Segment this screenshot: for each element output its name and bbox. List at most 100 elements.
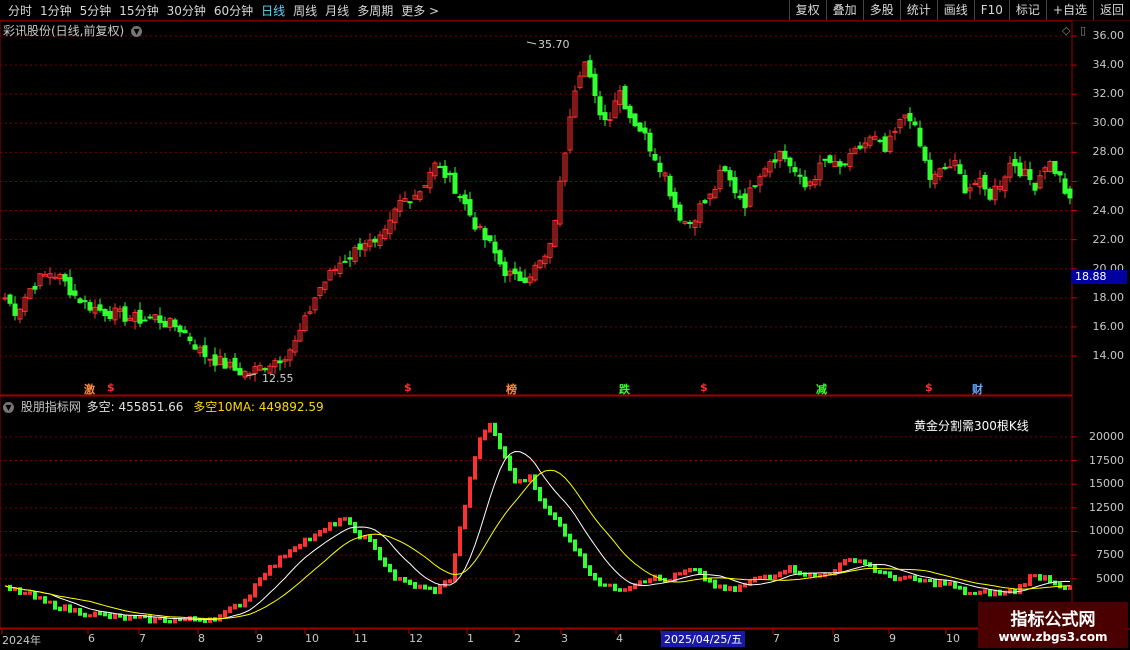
indicator-name[interactable]: 股朋指标网: [21, 400, 81, 414]
indicator-bar: [53, 600, 57, 610]
date-tick-label: 9: [889, 632, 896, 645]
event-marker[interactable]: $: [925, 381, 933, 394]
candle-body: [927, 159, 933, 180]
indicator-bar: [343, 517, 347, 521]
candle-body: [907, 112, 913, 122]
indicator-bar: [913, 575, 917, 582]
window-icon[interactable]: ▯: [1080, 24, 1086, 37]
watermark-logo: 指标公式网 www.zbgs3.com: [978, 602, 1128, 648]
indicator-bar: [338, 517, 342, 527]
candle-body: [597, 96, 603, 116]
indicator-bar: [303, 537, 307, 547]
candle-body: [462, 194, 468, 205]
candle-body: [212, 354, 218, 366]
indicator-bar: [853, 558, 857, 564]
diamond-icon[interactable]: ◇: [1062, 24, 1070, 37]
chart-title[interactable]: 彩讯股份(日线,前复权) ▼: [3, 22, 143, 39]
candle-body: [892, 130, 898, 133]
indicator-tick-label: 12500: [1089, 500, 1124, 514]
indicator-bar: [573, 539, 577, 552]
indicator-tick-label: 17500: [1089, 453, 1124, 467]
indicator-bar: [1033, 574, 1037, 578]
indicator-bar: [953, 581, 957, 589]
candle-body: [347, 257, 353, 260]
date-tick-label: 9: [256, 632, 263, 645]
indicator-bar: [313, 533, 317, 542]
event-marker[interactable]: 减: [816, 381, 827, 397]
candle-body: [652, 154, 658, 161]
indicator-bar: [1023, 583, 1027, 587]
indicator-bar: [883, 570, 887, 575]
candle-body: [447, 172, 453, 176]
chevron-down-icon[interactable]: ▼: [3, 402, 14, 413]
indicator-bar: [398, 576, 402, 581]
event-marker[interactable]: $: [107, 381, 115, 394]
candle-body: [1012, 158, 1018, 167]
candle-body: [792, 167, 798, 173]
indicator-bar: [793, 565, 797, 574]
indicator-bar: [583, 553, 587, 569]
indicator-bar: [308, 537, 312, 542]
candlestick-series: [2, 41, 1073, 382]
candle-body: [677, 204, 683, 221]
indicator-bar: [938, 580, 942, 588]
indicator-bar: [708, 578, 712, 583]
indicator-bar: [238, 603, 242, 608]
price-tick-label: 30.00: [1092, 116, 1125, 130]
indicator-bar: [508, 455, 512, 471]
indicator-bar: [618, 588, 622, 592]
indicator-bar: [463, 504, 467, 530]
indicator-bar: [258, 577, 262, 587]
indicator-bar: [928, 578, 932, 583]
event-marker[interactable]: 激: [84, 381, 95, 397]
indicator-bar: [48, 600, 52, 604]
indicator-bar: [588, 565, 592, 576]
event-marker[interactable]: 财: [972, 381, 983, 397]
indicator-bar: [58, 606, 62, 612]
chevron-down-icon[interactable]: ▼: [131, 26, 143, 37]
indicator-bar: [68, 604, 72, 613]
event-marker[interactable]: 榜: [506, 381, 517, 397]
indicator-bar: [768, 574, 772, 580]
candle-body: [742, 193, 748, 209]
candle-body: [2, 297, 8, 300]
date-tick-label: 6: [88, 632, 95, 645]
candle-body: [202, 345, 208, 358]
candle-body: [987, 188, 993, 200]
indicator-bar: [733, 586, 737, 593]
indicator-bar: [823, 572, 827, 578]
high-price-label: 35.70: [538, 38, 570, 51]
candle-body: [1067, 188, 1073, 199]
indicator-bar: [603, 583, 607, 587]
indicator-bar: [433, 586, 437, 595]
chart-canvas[interactable]: [0, 0, 1130, 650]
event-marker[interactable]: $: [404, 381, 412, 394]
indicator-bar: [323, 527, 327, 533]
indicator-bar: [98, 611, 102, 616]
indicator-bar: [288, 549, 292, 558]
event-marker[interactable]: $: [700, 381, 708, 394]
candle-body: [437, 166, 443, 169]
candle-body: [727, 170, 733, 181]
indicator-tick-label: 10000: [1089, 524, 1124, 538]
watermark-title: 指标公式网: [1010, 610, 1096, 630]
indicator-bar: [1038, 574, 1042, 581]
indicator-bar: [783, 569, 787, 575]
candle-body: [882, 136, 888, 152]
indicator-bar: [153, 617, 157, 624]
indicator-bar: [963, 586, 967, 596]
candle-body: [87, 302, 93, 311]
indicator-bar: [348, 517, 352, 525]
candle-body: [782, 150, 788, 160]
indicator-bar: [333, 522, 337, 527]
candle-body: [277, 360, 283, 364]
indicator-bar: [38, 596, 42, 600]
candle-body: [607, 119, 613, 122]
indicator-bar: [678, 572, 682, 576]
indicator-bar: [643, 580, 647, 584]
candle-body: [147, 316, 153, 319]
event-marker[interactable]: 跌: [619, 381, 630, 397]
indicator-bar: [468, 476, 472, 508]
indicator-bar: [233, 603, 237, 610]
candle-body: [587, 60, 593, 78]
